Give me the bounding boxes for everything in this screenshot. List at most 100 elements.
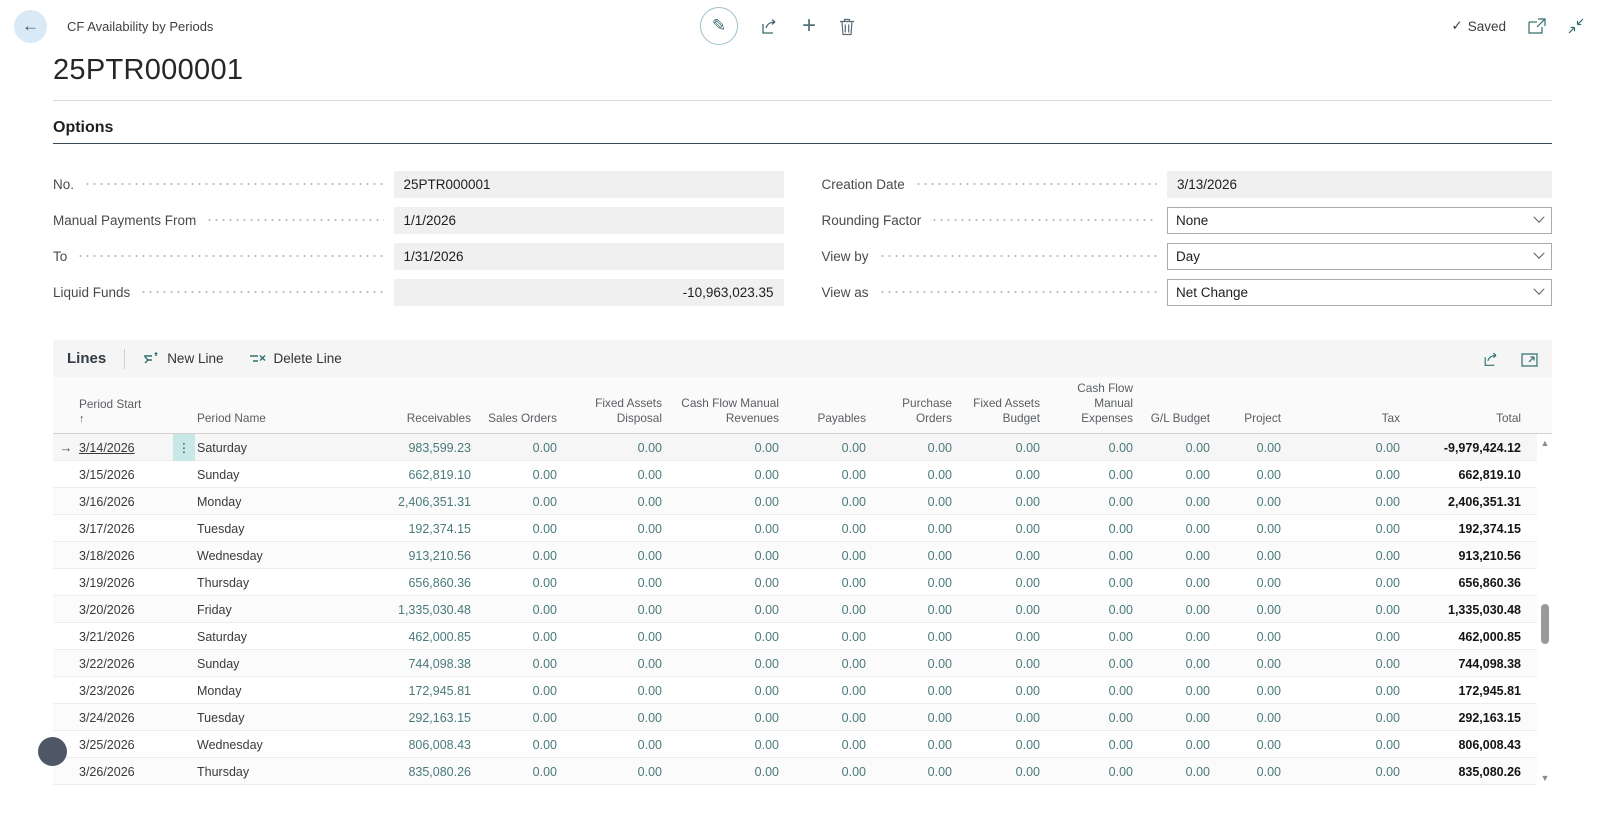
amount-cell-fixed_assets_disposal[interactable]: 0.00 [557, 576, 662, 590]
amount-cell-fixed_assets_disposal[interactable]: 0.00 [557, 684, 662, 698]
amount-cell-payables[interactable]: 0.00 [779, 738, 866, 752]
field-value[interactable]: 1/1/2026 [394, 207, 784, 234]
amount-cell-cash_flow_manual_revenues[interactable]: 0.00 [662, 738, 779, 752]
amount-cell-sales_orders[interactable]: 0.00 [471, 441, 557, 455]
period-name-cell[interactable]: Sunday [197, 657, 309, 671]
amount-cell-receivables[interactable]: 462,000.85 [309, 630, 471, 644]
amount-cell-fixed_assets_budget[interactable]: 0.00 [952, 657, 1040, 671]
amount-cell-purchase_orders[interactable]: 0.00 [866, 765, 952, 779]
period-start-cell[interactable]: 3/16/2026 [79, 495, 171, 509]
amount-cell-project[interactable]: 0.00 [1210, 630, 1281, 644]
row-options-menu[interactable] [171, 650, 197, 677]
period-start-cell[interactable]: 3/26/2026 [79, 765, 171, 779]
amount-cell-gl_budget[interactable]: 0.00 [1133, 495, 1210, 509]
amount-cell-purchase_orders[interactable]: 0.00 [866, 630, 952, 644]
share-lines-button[interactable] [1482, 350, 1501, 368]
column-header-payables[interactable]: Payables [779, 407, 866, 433]
amount-cell-fixed_assets_budget[interactable]: 0.00 [952, 630, 1040, 644]
row-options-menu[interactable]: ⋮ [173, 434, 195, 461]
amount-cell-gl_budget[interactable]: 0.00 [1133, 630, 1210, 644]
amount-cell-purchase_orders[interactable]: 0.00 [866, 684, 952, 698]
amount-cell-fixed_assets_budget[interactable]: 0.00 [952, 765, 1040, 779]
field-value[interactable]: 25PTR000001 [394, 171, 784, 198]
amount-cell-project[interactable]: 0.00 [1210, 495, 1281, 509]
amount-cell-tax[interactable]: 0.00 [1281, 576, 1400, 590]
amount-cell-tax[interactable]: 0.00 [1281, 684, 1400, 698]
amount-cell-tax[interactable]: 0.00 [1281, 738, 1400, 752]
amount-cell-payables[interactable]: 0.00 [779, 441, 866, 455]
vertical-scrollbar[interactable]: ▲ ▼ [1538, 436, 1552, 783]
amount-cell-purchase_orders[interactable]: 0.00 [866, 711, 952, 725]
amount-cell-cash_flow_manual_revenues[interactable]: 0.00 [662, 657, 779, 671]
amount-cell-tax[interactable]: 0.00 [1281, 441, 1400, 455]
row-options-menu[interactable] [171, 731, 197, 758]
amount-cell-tax[interactable]: 0.00 [1281, 468, 1400, 482]
amount-cell-project[interactable]: 0.00 [1210, 738, 1281, 752]
amount-cell-fixed_assets_budget[interactable]: 0.00 [952, 549, 1040, 563]
amount-cell-fixed_assets_disposal[interactable]: 0.00 [557, 603, 662, 617]
amount-cell-cash_flow_manual_expenses[interactable]: 0.00 [1040, 630, 1133, 644]
amount-cell-receivables[interactable]: 656,860.36 [309, 576, 471, 590]
total-cell[interactable]: 835,080.26 [1400, 765, 1521, 779]
amount-cell-fixed_assets_disposal[interactable]: 0.00 [557, 765, 662, 779]
amount-cell-cash_flow_manual_revenues[interactable]: 0.00 [662, 495, 779, 509]
period-name-cell[interactable]: Friday [197, 603, 309, 617]
amount-cell-project[interactable]: 0.00 [1210, 522, 1281, 536]
period-name-cell[interactable]: Saturday [197, 441, 309, 455]
amount-cell-payables[interactable]: 0.00 [779, 684, 866, 698]
amount-cell-payables[interactable]: 0.00 [779, 630, 866, 644]
amount-cell-cash_flow_manual_revenues[interactable]: 0.00 [662, 441, 779, 455]
amount-cell-sales_orders[interactable]: 0.00 [471, 657, 557, 671]
column-header-total[interactable]: Total [1400, 407, 1521, 433]
amount-cell-cash_flow_manual_expenses[interactable]: 0.00 [1040, 441, 1133, 455]
period-start-cell[interactable]: 3/14/2026 [79, 441, 171, 455]
amount-cell-receivables[interactable]: 744,098.38 [309, 657, 471, 671]
table-row[interactable]: 3/17/2026Tuesday192,374.150.000.000.000.… [53, 515, 1537, 542]
amount-cell-sales_orders[interactable]: 0.00 [471, 684, 557, 698]
table-row[interactable]: 3/22/2026Sunday744,098.380.000.000.000.0… [53, 650, 1537, 677]
amount-cell-fixed_assets_disposal[interactable]: 0.00 [557, 711, 662, 725]
period-name-cell[interactable]: Wednesday [197, 549, 309, 563]
period-start-cell[interactable]: 3/17/2026 [79, 522, 171, 536]
total-cell[interactable]: 913,210.56 [1400, 549, 1521, 563]
period-start-cell[interactable]: 3/19/2026 [79, 576, 171, 590]
row-options-menu[interactable] [171, 461, 197, 488]
amount-cell-cash_flow_manual_expenses[interactable]: 0.00 [1040, 684, 1133, 698]
period-name-cell[interactable]: Saturday [197, 630, 309, 644]
period-start-cell[interactable]: 3/24/2026 [79, 711, 171, 725]
table-row[interactable]: 3/18/2026Wednesday913,210.560.000.000.00… [53, 542, 1537, 569]
period-start-cell[interactable]: 3/15/2026 [79, 468, 171, 482]
amount-cell-cash_flow_manual_revenues[interactable]: 0.00 [662, 684, 779, 698]
amount-cell-sales_orders[interactable]: 0.00 [471, 711, 557, 725]
amount-cell-payables[interactable]: 0.00 [779, 495, 866, 509]
amount-cell-fixed_assets_budget[interactable]: 0.00 [952, 603, 1040, 617]
amount-cell-tax[interactable]: 0.00 [1281, 765, 1400, 779]
amount-cell-gl_budget[interactable]: 0.00 [1133, 684, 1210, 698]
amount-cell-fixed_assets_disposal[interactable]: 0.00 [557, 522, 662, 536]
amount-cell-payables[interactable]: 0.00 [779, 711, 866, 725]
back-button[interactable]: ← [14, 10, 47, 43]
amount-cell-gl_budget[interactable]: 0.00 [1133, 738, 1210, 752]
amount-cell-fixed_assets_budget[interactable]: 0.00 [952, 738, 1040, 752]
amount-cell-project[interactable]: 0.00 [1210, 441, 1281, 455]
field-dropdown[interactable]: None [1167, 207, 1552, 234]
collapse-button[interactable] [1568, 18, 1584, 34]
table-row[interactable]: 3/15/2026Sunday662,819.100.000.000.000.0… [53, 461, 1537, 488]
amount-cell-cash_flow_manual_expenses[interactable]: 0.00 [1040, 522, 1133, 536]
amount-cell-cash_flow_manual_expenses[interactable]: 0.00 [1040, 549, 1133, 563]
amount-cell-receivables[interactable]: 172,945.81 [309, 684, 471, 698]
amount-cell-cash_flow_manual_revenues[interactable]: 0.00 [662, 765, 779, 779]
total-cell[interactable]: -9,979,424.12 [1400, 441, 1521, 455]
amount-cell-payables[interactable]: 0.00 [779, 522, 866, 536]
amount-cell-gl_budget[interactable]: 0.00 [1133, 603, 1210, 617]
table-row[interactable]: 3/24/2026Tuesday292,163.150.000.000.000.… [53, 704, 1537, 731]
amount-cell-sales_orders[interactable]: 0.00 [471, 468, 557, 482]
amount-cell-gl_budget[interactable]: 0.00 [1133, 441, 1210, 455]
delete-button[interactable] [838, 17, 856, 36]
open-in-new-window-button[interactable] [1528, 18, 1546, 34]
lines-heading[interactable]: Lines [67, 350, 106, 367]
period-name-cell[interactable]: Tuesday [197, 711, 309, 725]
amount-cell-gl_budget[interactable]: 0.00 [1133, 576, 1210, 590]
amount-cell-fixed_assets_budget[interactable]: 0.00 [952, 684, 1040, 698]
amount-cell-project[interactable]: 0.00 [1210, 576, 1281, 590]
